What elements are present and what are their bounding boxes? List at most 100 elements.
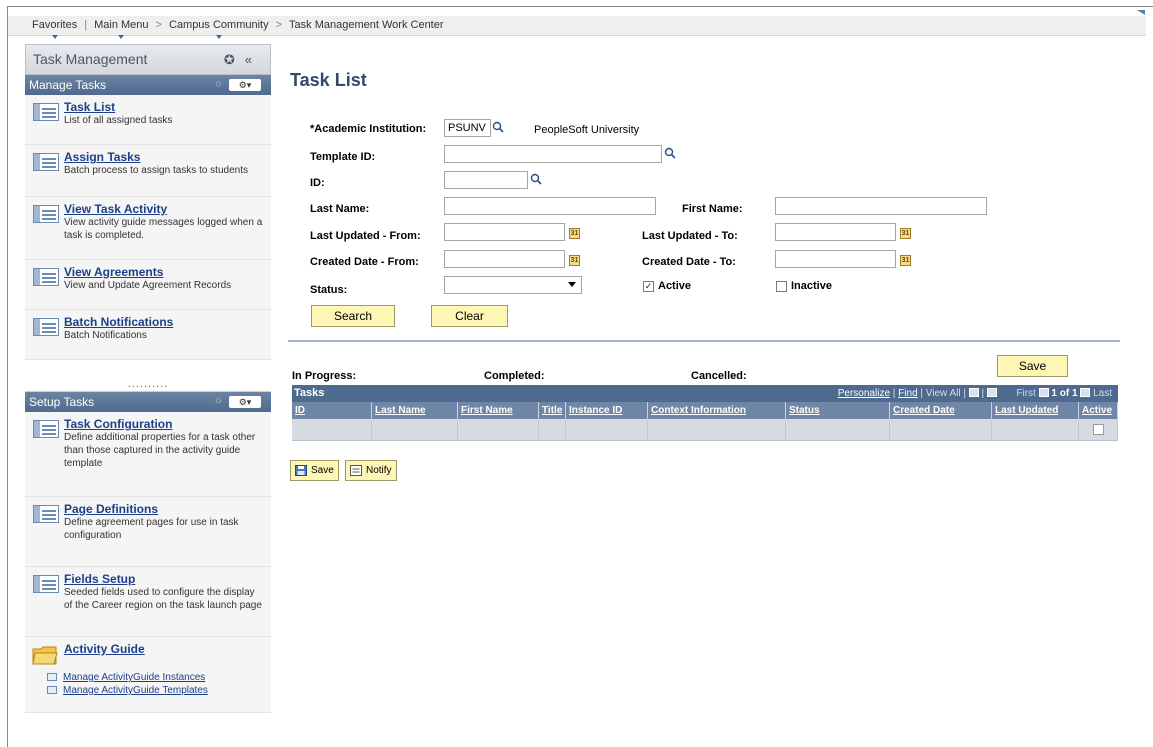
table-cell: [992, 419, 1079, 441]
first-link[interactable]: First: [1016, 388, 1035, 399]
created-date-from-input[interactable]: [444, 250, 565, 268]
manage-task-link[interactable]: Task List: [64, 100, 265, 114]
sidebar-title: Task Management: [33, 51, 148, 67]
manage-task-description: Batch process to assign tasks to student…: [64, 165, 248, 176]
search-button[interactable]: Search: [311, 305, 395, 327]
column-header[interactable]: Last Updated: [992, 402, 1079, 419]
breadcrumb-favorites[interactable]: Favorites: [28, 16, 81, 39]
manage-activityguide-instances-link[interactable]: Manage ActivityGuide Instances: [47, 671, 265, 684]
activity-guide-link[interactable]: Activity Guide: [64, 642, 265, 656]
prev-icon[interactable]: [1038, 388, 1049, 397]
search-icon[interactable]: [664, 147, 676, 159]
setup-task-item: Fields Setup Seeded fields used to config…: [25, 567, 271, 637]
next-icon[interactable]: [1080, 388, 1091, 397]
first-name-input[interactable]: [775, 197, 987, 215]
grid-title-bar: Tasks Personalize | Find | View All | | …: [292, 385, 1118, 402]
manage-task-link[interactable]: View Task Activity: [64, 202, 265, 216]
status-select[interactable]: [444, 276, 582, 294]
toolbar-save-button[interactable]: Save: [290, 460, 339, 481]
manage-task-description: View and Update Agreement Records: [64, 280, 232, 291]
last-updated-to-label: Last Updated - To:: [642, 230, 738, 242]
completed-label: Completed:: [484, 370, 545, 382]
last-name-input[interactable]: [444, 197, 656, 215]
manage-tasks-list: Task List List of all assigned tasks Assig…: [25, 95, 271, 360]
column-header[interactable]: Created Date: [890, 402, 992, 419]
task-list-icon: [33, 153, 59, 171]
last-updated-to-input[interactable]: [775, 223, 896, 241]
task-list-icon: [33, 205, 59, 223]
refresh-icon[interactable]: ☼: [214, 78, 223, 89]
manage-task-link[interactable]: Assign Tasks: [64, 150, 265, 164]
notify-button[interactable]: Notify: [345, 460, 397, 481]
options-button[interactable]: ⚙▾: [229, 396, 261, 408]
breadcrumb-arrow: >: [275, 19, 283, 31]
notify-label: Notify: [366, 465, 392, 476]
view-all-link[interactable]: View All: [926, 388, 961, 399]
tasks-grid: Tasks Personalize | Find | View All | | …: [292, 385, 1118, 441]
breadcrumb-campus-community[interactable]: Campus Community: [165, 16, 273, 39]
find-link[interactable]: Find: [898, 388, 917, 399]
setup-task-description: Define agreement pages for use in task c…: [64, 517, 239, 541]
last-link[interactable]: Last: [1093, 388, 1112, 399]
created-date-from-label: Created Date - From:: [310, 256, 419, 268]
setup-task-link[interactable]: Fields Setup: [64, 572, 265, 586]
collapse-icon[interactable]: «: [245, 52, 262, 67]
column-header[interactable]: ID: [292, 402, 372, 419]
academic-institution-input[interactable]: [444, 119, 491, 137]
gear-icon[interactable]: ✪: [224, 52, 245, 67]
personalize-link[interactable]: Personalize: [838, 388, 890, 399]
template-id-input[interactable]: [444, 145, 662, 163]
list-icon: [47, 686, 57, 694]
folder-icon: [32, 646, 58, 665]
grid-icon[interactable]: [986, 388, 997, 397]
search-icon[interactable]: [492, 121, 504, 133]
column-header[interactable]: Status: [786, 402, 890, 419]
breadcrumb-separator: |: [84, 19, 88, 31]
created-date-to-input[interactable]: [775, 250, 896, 268]
manage-activityguide-templates-link[interactable]: Manage ActivityGuide Templates: [47, 684, 265, 697]
calendar-icon[interactable]: 31: [569, 228, 580, 239]
column-header[interactable]: Title: [539, 402, 566, 419]
sidebar-title-bar: Task Management ✪«: [25, 44, 271, 75]
table-cell: [292, 419, 372, 441]
chevron-down-icon: [51, 35, 58, 39]
calendar-icon[interactable]: 31: [900, 255, 911, 266]
download-icon[interactable]: [968, 388, 979, 397]
column-header[interactable]: First Name: [458, 402, 539, 419]
last-updated-from-input[interactable]: [444, 223, 565, 241]
manage-task-item: Batch Notifications Batch Notifications: [25, 310, 271, 360]
manage-task-link[interactable]: View Agreements: [64, 265, 265, 279]
id-input[interactable]: [444, 171, 528, 189]
table-cell: [372, 419, 458, 441]
table-cell: [786, 419, 890, 441]
calendar-icon[interactable]: 31: [900, 228, 911, 239]
search-icon[interactable]: [530, 173, 542, 185]
manage-task-description: View activity guide messages logged when…: [64, 217, 263, 241]
save-button[interactable]: Save: [997, 355, 1068, 377]
row-active-checkbox[interactable]: [1093, 424, 1104, 435]
manage-task-item: Assign Tasks Batch process to assign task…: [25, 145, 271, 197]
refresh-icon[interactable]: ☼: [214, 395, 223, 406]
list-icon: [47, 673, 57, 681]
page-title: Task List: [290, 70, 367, 90]
column-header[interactable]: Active: [1079, 402, 1118, 419]
setup-task-link[interactable]: Task Configuration: [64, 417, 265, 431]
column-header[interactable]: Instance ID: [566, 402, 648, 419]
academic-institution-description: PeopleSoft University: [534, 124, 640, 136]
column-header[interactable]: Context Information: [648, 402, 786, 419]
column-header[interactable]: Last Name: [372, 402, 458, 419]
manage-task-link[interactable]: Batch Notifications: [64, 315, 265, 329]
manage-task-description: Batch Notifications: [64, 330, 147, 341]
resize-handle[interactable]: ..........: [25, 360, 271, 392]
active-label: Active: [658, 280, 692, 292]
options-button[interactable]: ⚙▾: [229, 79, 261, 91]
clear-button[interactable]: Clear: [431, 305, 508, 327]
row-range: 1 of 1: [1051, 388, 1078, 399]
calendar-icon[interactable]: 31: [569, 255, 580, 266]
activity-guide-item: Activity Guide Manage ActivityGuide Inst…: [25, 637, 271, 713]
setup-task-link[interactable]: Page Definitions: [64, 502, 265, 516]
breadcrumb-main-menu[interactable]: Main Menu: [90, 16, 152, 39]
inactive-checkbox[interactable]: [776, 281, 787, 292]
active-checkbox[interactable]: ✓: [643, 281, 654, 292]
task-list-icon: [33, 575, 59, 593]
